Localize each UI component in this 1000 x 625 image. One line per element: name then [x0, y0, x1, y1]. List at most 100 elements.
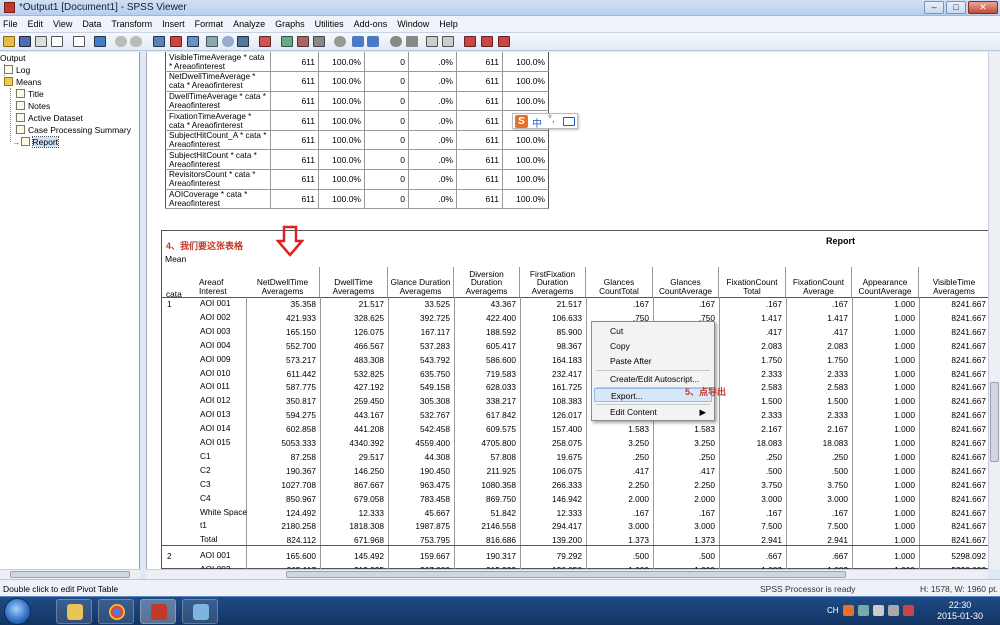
pivot-icon[interactable] — [464, 36, 476, 47]
scroll-thumb[interactable] — [286, 571, 846, 578]
sort-icon[interactable] — [481, 36, 493, 47]
menu-item-create-edit-autoscript[interactable]: Create/Edit Autoscript... — [594, 372, 712, 386]
tree-title[interactable]: Title — [16, 89, 44, 100]
menu-data[interactable]: Data — [82, 19, 101, 29]
tree-case-processing-summary[interactable]: Case Processing Summary — [16, 125, 131, 136]
print-icon[interactable] — [35, 36, 47, 47]
menu-view[interactable]: View — [53, 19, 72, 29]
menu-utilities[interactable]: Utilities — [315, 19, 344, 29]
tray-icon[interactable] — [858, 605, 869, 616]
menu-graphs[interactable]: Graphs — [275, 19, 305, 29]
insert-text-icon[interactable] — [426, 36, 438, 47]
use-sets-icon[interactable] — [222, 36, 234, 47]
goto-case-icon[interactable] — [170, 36, 182, 47]
output-content-pane[interactable]: VisibleTimeAverage * cata * Areaofintere… — [146, 52, 988, 569]
goto-data-icon[interactable] — [153, 36, 165, 47]
promote-icon[interactable] — [352, 36, 364, 47]
insert-heading-icon[interactable] — [313, 36, 325, 47]
outline-horizontal-scrollbar[interactable] — [0, 569, 140, 579]
show-icon[interactable] — [390, 36, 402, 47]
cell: 611 — [270, 189, 319, 210]
minimize-button[interactable]: – — [924, 1, 944, 14]
menu-format[interactable]: Format — [195, 19, 224, 29]
menu-item-paste-after[interactable]: Paste After — [594, 354, 712, 368]
menu-item-copy[interactable]: Copy — [594, 339, 712, 353]
value-cell: 573.217 — [286, 354, 316, 365]
value-cell: .250 — [698, 451, 715, 462]
ime-punct-toggle[interactable]: °, — [548, 114, 555, 125]
content-vertical-scrollbar[interactable] — [988, 52, 1000, 569]
table-row: 1 AOI 001 35.358 21.517 33.525 43.367 21.517 .1… — [162, 297, 988, 311]
tree-output[interactable]: Output — [0, 53, 26, 64]
report-title: Report — [826, 236, 855, 246]
export-icon[interactable] — [73, 36, 85, 47]
ime-toolbar[interactable]: S 中 °, — [512, 113, 578, 130]
show-all-icon[interactable] — [237, 36, 249, 47]
open-icon[interactable] — [3, 36, 15, 47]
taskbar-clock[interactable]: 22:30 2015-01-30 — [930, 600, 990, 622]
tree-notes[interactable]: Notes — [16, 101, 50, 112]
insert-page-icon[interactable] — [442, 36, 454, 47]
save-icon[interactable] — [19, 36, 31, 47]
cell: 0 — [364, 130, 409, 151]
maximize-button[interactable]: □ — [946, 1, 966, 14]
start-button[interactable] — [4, 598, 31, 625]
content-horizontal-scrollbar[interactable] — [146, 569, 988, 579]
value-cell: 1.000 — [894, 410, 915, 421]
value-cell: 3.250 — [628, 438, 649, 448]
network-icon[interactable] — [873, 605, 884, 616]
menu-file[interactable]: File — [3, 19, 18, 29]
context-menu[interactable]: Cut Copy Paste After Create/Edit Autoscr… — [591, 321, 715, 421]
designate-window-icon[interactable] — [259, 36, 271, 47]
demote-icon[interactable] — [367, 36, 379, 47]
create-title-icon[interactable] — [297, 36, 309, 47]
dialog-recall-icon[interactable] — [94, 36, 106, 47]
variables-icon[interactable] — [187, 36, 199, 47]
select-last-output-icon[interactable] — [281, 36, 293, 47]
keyboard-icon[interactable] — [563, 117, 575, 126]
cell: .0% — [408, 52, 457, 73]
tray-alert-icon[interactable] — [903, 605, 914, 616]
menu-bar: File Edit View Data Transform Insert For… — [0, 16, 1000, 33]
expand-icon[interactable] — [334, 36, 346, 47]
taskbar-explorer[interactable] — [56, 599, 92, 624]
tree-active-dataset[interactable]: Active Dataset — [16, 113, 83, 124]
hide-icon[interactable] — [406, 36, 418, 47]
undo-icon[interactable] — [115, 36, 127, 47]
report-pivot-table[interactable]: 4、我们要这张表格 Report Mean cata Areaof Intere… — [161, 225, 988, 569]
outline-pane[interactable]: Output Log Means Title Notes Active Data… — [0, 52, 140, 578]
menu-analyze[interactable]: Analyze — [233, 19, 265, 29]
layers-icon[interactable] — [498, 36, 510, 47]
taskbar-spss[interactable] — [140, 599, 176, 624]
redo-icon[interactable] — [130, 36, 142, 47]
menu-help[interactable]: Help — [439, 19, 458, 29]
menu-transform[interactable]: Transform — [111, 19, 152, 29]
menu-window[interactable]: Window — [397, 19, 429, 29]
value-cell: 43.367 — [490, 299, 516, 309]
sogou-tray-icon[interactable] — [843, 605, 854, 616]
taskbar-paint[interactable] — [182, 599, 218, 624]
chart-icon[interactable] — [206, 36, 218, 47]
tree-means[interactable]: Means — [4, 77, 42, 88]
menu-insert[interactable]: Insert — [162, 19, 185, 29]
ime-mode-toggle[interactable]: 中 — [532, 115, 542, 130]
scroll-thumb[interactable] — [10, 571, 130, 578]
print-preview-icon[interactable] — [51, 36, 63, 47]
value-cell: 2.941 — [827, 535, 848, 546]
menu-addons[interactable]: Add-ons — [354, 19, 388, 29]
tray-language[interactable]: CH — [827, 606, 839, 615]
close-button[interactable]: ✕ — [968, 1, 998, 14]
menu-edit[interactable]: Edit — [28, 19, 44, 29]
volume-icon[interactable] — [888, 605, 899, 616]
menu-item-cut[interactable]: Cut — [594, 324, 712, 338]
taskbar-chrome[interactable] — [98, 599, 134, 624]
row-label: FixationTimeAverage * cata * Areaofinter… — [165, 110, 271, 131]
scroll-thumb[interactable] — [990, 382, 999, 462]
chrome-icon — [109, 604, 125, 620]
tree-log[interactable]: Log — [4, 65, 30, 76]
value-cell: 258.075 — [552, 438, 582, 448]
case-processing-summary-table[interactable]: VisibleTimeAverage * cata * Areaofintere… — [165, 52, 549, 210]
menu-item-edit-content[interactable]: Edit Content ▶ — [594, 405, 712, 419]
value-cell: 1.000 — [894, 493, 915, 504]
tree-report[interactable]: → Report — [12, 136, 59, 148]
